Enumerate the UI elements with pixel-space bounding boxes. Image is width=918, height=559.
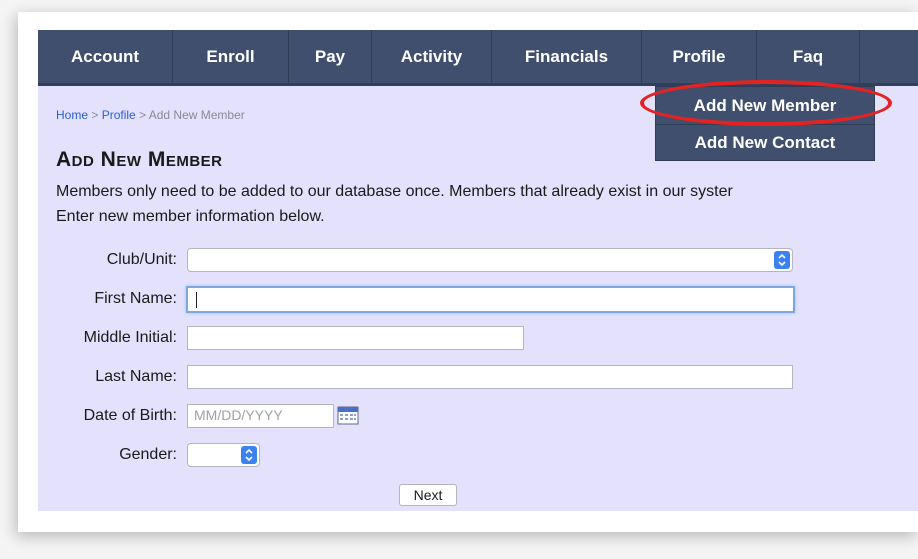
gender-label: Gender:: [119, 446, 177, 463]
intro-line-1: Members only need to be added to our dat…: [56, 183, 733, 200]
menu-item-add-new-contact[interactable]: Add New Contact: [656, 124, 874, 160]
last-name-label: Last Name:: [95, 368, 177, 385]
intro-line-2: Enter new member information below.: [56, 208, 325, 225]
nav-pay[interactable]: Pay: [289, 30, 372, 83]
select-arrows-icon: [241, 446, 257, 464]
next-button[interactable]: Next: [399, 484, 457, 506]
breadcrumb-current: Add New Member: [148, 108, 245, 122]
club-unit-select[interactable]: [187, 248, 793, 272]
middle-initial-field[interactable]: [187, 326, 524, 350]
date-of-birth-field[interactable]: MM/DD/YYYY: [187, 404, 334, 428]
nav-enroll[interactable]: Enroll: [173, 30, 289, 83]
profile-dropdown-menu: Add New Member Add New Contact: [655, 86, 875, 161]
date-of-birth-label: Date of Birth:: [83, 407, 177, 424]
calendar-icon[interactable]: [337, 405, 359, 425]
select-arrows-icon: [774, 251, 790, 269]
nav-financials[interactable]: Financials: [492, 30, 642, 83]
page-title: Add New Member: [56, 148, 223, 171]
breadcrumb-home-link[interactable]: Home: [56, 108, 88, 122]
nav-account[interactable]: Account: [38, 30, 173, 83]
intro-text: Members only need to be added to our dat…: [56, 179, 916, 229]
breadcrumb-profile-link[interactable]: Profile: [102, 108, 136, 122]
menu-item-add-new-member[interactable]: Add New Member: [656, 87, 874, 124]
last-name-field[interactable]: [187, 365, 793, 389]
first-name-label: First Name:: [94, 290, 177, 307]
text-cursor: [196, 292, 197, 308]
first-name-field[interactable]: [186, 286, 795, 313]
club-unit-label: Club/Unit:: [106, 251, 177, 268]
breadcrumb-separator: >: [88, 108, 102, 122]
main-nav: Account Enroll Pay Activity Financials P…: [38, 30, 918, 86]
gender-select[interactable]: [187, 443, 260, 467]
breadcrumb: Home > Profile > Add New Member: [56, 108, 245, 122]
breadcrumb-separator: >: [135, 108, 149, 122]
nav-faq[interactable]: Faq: [757, 30, 860, 83]
nav-activity[interactable]: Activity: [372, 30, 492, 83]
middle-initial-label: Middle Initial:: [83, 329, 177, 346]
nav-profile[interactable]: Profile: [642, 30, 757, 83]
date-of-birth-placeholder: MM/DD/YYYY: [194, 407, 283, 423]
